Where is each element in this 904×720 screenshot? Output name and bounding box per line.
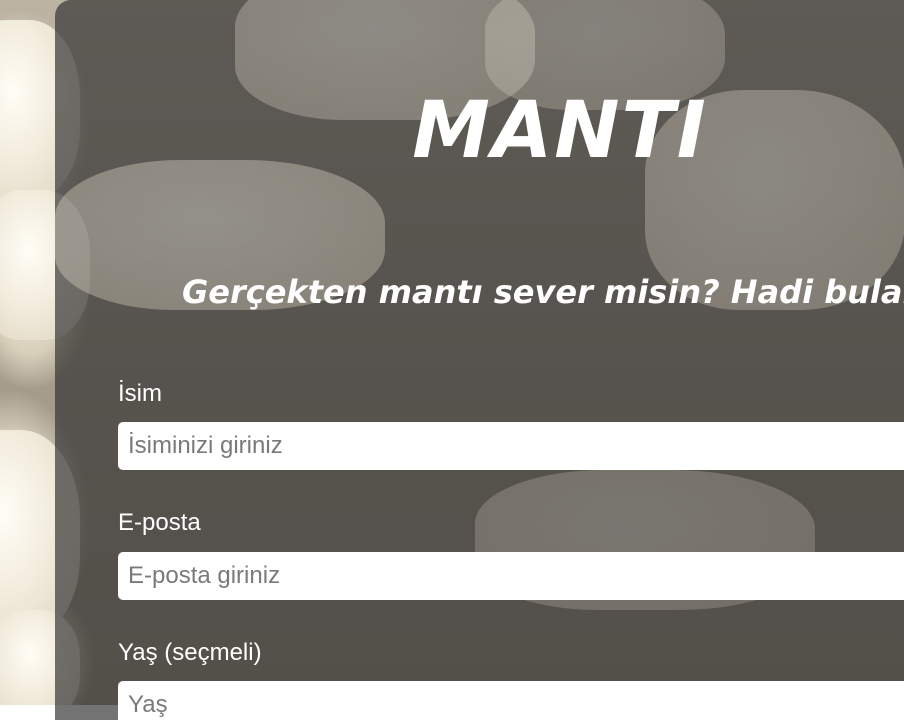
name-input[interactable] [118, 422, 904, 470]
age-label: Yaş (seçmeli) [118, 639, 262, 666]
page-title: MANTI [412, 86, 708, 176]
email-label: E-posta [118, 509, 201, 536]
page-subtitle: Gerçekten mantı sever misin? Hadi bulalı… [182, 273, 904, 311]
email-input[interactable] [118, 552, 904, 600]
name-label: İsim [118, 380, 162, 407]
form-card: MANTI Gerçekten mantı sever misin? Hadi … [55, 0, 904, 720]
age-input[interactable] [118, 681, 904, 720]
